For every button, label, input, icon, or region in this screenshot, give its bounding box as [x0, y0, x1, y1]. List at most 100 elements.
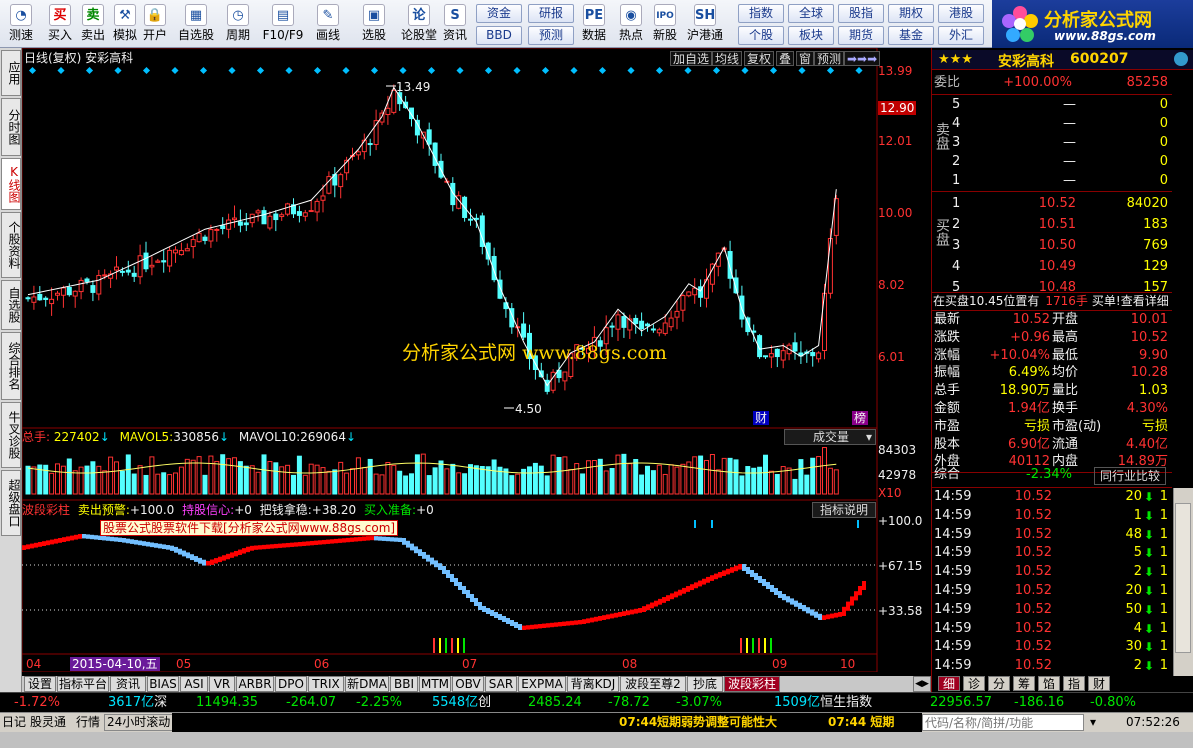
tabs-scroll-arrows[interactable]: ◀▶	[913, 676, 931, 692]
quick-button-3[interactable]: 预测	[528, 26, 574, 45]
side-tab-3[interactable]: 个股资料	[1, 212, 21, 278]
industry-compare-button[interactable]: 同行业比较	[1094, 467, 1166, 485]
volume-bar	[373, 473, 379, 495]
side-tab-7[interactable]: 超级盘口	[1, 470, 21, 536]
market-button-7[interactable]: 期货	[838, 26, 884, 45]
indicator-tab-13[interactable]: SAR	[485, 676, 517, 692]
side-tab-5[interactable]: 综合排名	[1, 332, 21, 400]
toolbar-button-8[interactable]: ✎ 画线	[310, 2, 346, 46]
indicator-tab-11[interactable]: MTM	[419, 676, 451, 692]
status-24h[interactable]: 24小时滚动	[104, 714, 174, 731]
search-dropdown-icon[interactable]: ▾	[1086, 713, 1100, 732]
indicator-tab-5[interactable]: VR	[209, 676, 235, 692]
volume-bar	[391, 464, 397, 495]
indicator-tab-15[interactable]: 背离KDJ	[567, 676, 619, 692]
status-gulingtong[interactable]: 股灵通	[30, 713, 66, 732]
indicator-explain-button[interactable]: 指标说明	[812, 502, 876, 518]
toolbar-button-3[interactable]: ⚒ 模拟	[110, 2, 140, 46]
toolbar-button-2[interactable]: 卖卖出	[78, 2, 108, 46]
chart-top-button-4[interactable]: 窗	[796, 51, 815, 66]
chart-top-button-2[interactable]: 复权	[744, 51, 775, 66]
toolbar-button-11[interactable]: S 资讯	[440, 2, 470, 46]
code-search-input[interactable]	[922, 714, 1084, 731]
toolbar-button-12[interactable]: PE 数据	[578, 2, 610, 46]
toolbar-button-10[interactable]: 论论股堂	[400, 2, 438, 46]
market-button-8[interactable]: 基金	[888, 26, 934, 45]
quick-button-2[interactable]: BBD	[476, 26, 522, 45]
market-button-2[interactable]: 股指	[838, 4, 884, 23]
news-headline[interactable]: 短期弱势调整可能性大	[657, 713, 777, 732]
indicator-tab-4[interactable]: ASI	[180, 676, 208, 692]
kline-chart-area[interactable]: 日线(复权) 安彩高科 加自选 均线 复权叠窗预测 ➡➡➡ 13.99 12.90 12.…	[22, 48, 931, 672]
toolbar-button-15[interactable]: SH 沪港通	[685, 2, 725, 46]
indicator-tab-6[interactable]: ARBR	[236, 676, 274, 692]
side-tab-4[interactable]: 自选股	[1, 280, 21, 330]
toolbar-button-7[interactable]: ▤ F10/F9	[262, 2, 304, 46]
stock-info-icon[interactable]	[1174, 52, 1188, 66]
volume-bar	[320, 467, 326, 495]
indicator-tab-16[interactable]: 波段至尊2	[620, 676, 686, 692]
finance-badge[interactable]: 财	[753, 411, 770, 425]
right-tab-4[interactable]: 馅	[1038, 676, 1060, 691]
tick-time: 14:59	[934, 583, 972, 598]
side-tab-2[interactable]: K线图	[1, 158, 21, 210]
scroll-thumb[interactable]	[1175, 503, 1191, 653]
market-button-5[interactable]: 个股	[738, 26, 784, 45]
toolbar-button-4[interactable]: 🔒 开户	[140, 2, 170, 46]
indicator-tab-7[interactable]: DPO	[275, 676, 307, 692]
chart-top-button-1[interactable]: 均线	[712, 51, 743, 66]
ad-banner[interactable]: 股票公式股票软件下载[分析家公式网www.88gs.com]	[100, 520, 399, 536]
market-button-1[interactable]: 全球	[788, 4, 834, 23]
market-button-4[interactable]: 港股	[938, 4, 984, 23]
indicator-tab-18[interactable]: 波段彩柱	[724, 676, 780, 692]
chart-top-button-0[interactable]: 加自选	[670, 51, 713, 66]
market-button-0[interactable]: 指数	[738, 4, 784, 23]
toolbar-button-1[interactable]: 买买入	[45, 2, 75, 46]
status-diary[interactable]: 日记	[2, 713, 26, 732]
right-tab-3[interactable]: 筹	[1013, 676, 1035, 691]
indicator-tab-17[interactable]: 抄底	[687, 676, 723, 692]
status-market[interactable]: 行情	[76, 713, 100, 732]
toolbar-button-0[interactable]: ◔ 测速	[4, 2, 38, 46]
quick-button-0[interactable]: 资金	[476, 4, 522, 23]
right-tab-1[interactable]: 诊	[963, 676, 985, 691]
right-tab-2[interactable]: 分	[988, 676, 1010, 691]
market-button-3[interactable]: 期权	[888, 4, 934, 23]
bid-alert[interactable]: 在买盘10.45位置有 1716手 买单!查看详细	[933, 292, 1173, 310]
indicator-tab-9[interactable]: 新DMA	[345, 676, 389, 692]
indicator-tab-10[interactable]: BBI	[390, 676, 418, 692]
indicator-tab-14[interactable]: EXPMA	[518, 676, 566, 692]
toolbar-button-5[interactable]: ▦ 自选股	[176, 2, 216, 46]
indicator-tab-12[interactable]: OBV	[452, 676, 484, 692]
chart-top-button-6[interactable]: ➡➡➡	[844, 51, 881, 66]
chart-top-button-3[interactable]: 叠	[776, 51, 795, 66]
wave-bar	[514, 622, 518, 628]
toolbar-button-13[interactable]: ◉ 热点	[616, 2, 646, 46]
indicator-tab-0[interactable]: 设置	[24, 676, 56, 692]
news-headline-2[interactable]: 07:44 短期	[828, 713, 922, 732]
right-tab-5[interactable]: 指	[1063, 676, 1085, 691]
volume-selector[interactable]: 成交量 ▾	[784, 429, 876, 445]
indicator-tab-8[interactable]: TRIX	[308, 676, 344, 692]
right-tab-0[interactable]: 细	[938, 676, 960, 691]
wave-bar	[718, 572, 722, 578]
toolbar-button-9[interactable]: ▣ 选股	[356, 2, 392, 46]
wave-bar	[746, 567, 750, 574]
right-tab-6[interactable]: 财	[1088, 676, 1110, 691]
sell-side-label: 卖盘	[934, 122, 950, 150]
quick-button-1[interactable]: 研报	[528, 4, 574, 23]
indicator-tab-2[interactable]: 资讯	[110, 676, 146, 692]
side-tab-1[interactable]: 分时图	[1, 98, 21, 156]
side-tab-6[interactable]: 牛叉诊股	[1, 402, 21, 468]
indicator-tab-3[interactable]: BIAS	[147, 676, 179, 692]
volume-bar	[639, 474, 645, 495]
market-button-6[interactable]: 板块	[788, 26, 834, 45]
side-tab-0[interactable]: 应用	[1, 50, 21, 96]
tick-volume: 48	[1125, 526, 1142, 542]
toolbar-button-14[interactable]: IPO 新股	[650, 2, 680, 46]
market-button-9[interactable]: 外汇	[938, 26, 984, 45]
indicator-tab-1[interactable]: 指标平台	[57, 676, 109, 692]
toolbar-button-6[interactable]: ◷ 周期	[220, 2, 256, 46]
chart-top-button-5[interactable]: 预测	[814, 51, 845, 66]
rank-badge[interactable]: 榜	[852, 411, 869, 425]
